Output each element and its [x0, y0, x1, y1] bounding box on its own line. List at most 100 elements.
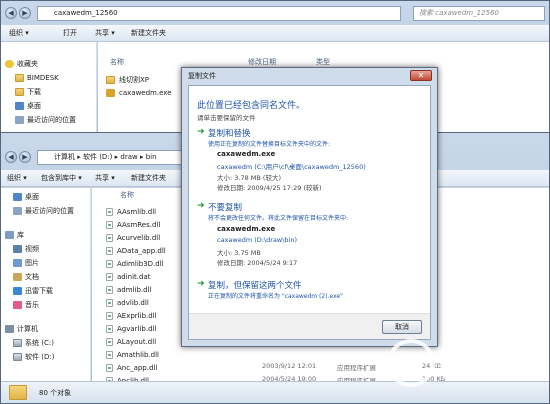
file-name: Adimlib3D.dll [117, 259, 164, 268]
watermark: 当下软件园 www.downxia.com [386, 334, 546, 398]
back-button[interactable]: ◀ [5, 151, 17, 163]
list-item[interactable]: AAsmlib.dll [106, 206, 156, 217]
option-desc: 正在复制的文件将重命名为 "caxawedm (2).exe" [208, 293, 343, 300]
list-item[interactable]: admlib.dll [106, 284, 151, 295]
music-icon [13, 300, 22, 309]
list-item[interactable]: Adimlib3D.dll [106, 258, 164, 269]
file-name: 线切割XP [119, 75, 150, 84]
download-icon [13, 286, 22, 295]
back-button[interactable]: ◀ [5, 7, 17, 19]
sidebar-item-recent[interactable]: 最近访问的位置 [15, 114, 76, 125]
list-item[interactable]: AExprlib.dll [106, 310, 157, 321]
drive-icon [13, 338, 22, 347]
include-library-button[interactable]: 包含到库中 ▾ [41, 170, 82, 187]
sidebar-item[interactable]: 迅雷下载 [13, 285, 53, 296]
file-name: advlib.dll [117, 298, 149, 307]
list-item[interactable]: 线切割XP [106, 74, 149, 85]
dll-file-icon [106, 298, 113, 307]
dll-file-icon [106, 285, 113, 294]
back-toolbar: 组织 ▾ 打开 共享 ▾ 新建文件夹 [1, 25, 549, 42]
file-name: AData_app.dll [117, 246, 166, 255]
list-item[interactable]: adinit.dat [106, 271, 151, 282]
sidebar-label: 桌面 [27, 101, 41, 110]
sidebar-item-favorites[interactable]: 收藏夹 [5, 58, 38, 69]
sidebar-label: BIMDESK [27, 73, 59, 82]
breadcrumb-bin[interactable]: bin [146, 153, 157, 161]
dll-file-icon [106, 311, 113, 320]
column-name[interactable]: 名称 [110, 57, 124, 68]
address-bar[interactable]: caxawedm_12560 [37, 6, 401, 21]
search-input[interactable]: 搜索 caxawedm_12560 [413, 6, 545, 21]
sidebar-label: 收藏夹 [17, 59, 38, 68]
sidebar-item[interactable]: 库 [5, 229, 24, 240]
file-name: AExprlib.dll [117, 311, 157, 320]
sidebar-item[interactable]: 桌面 [13, 191, 39, 202]
sidebar-item[interactable]: 视频 [13, 243, 39, 254]
sidebar-item[interactable]: 音乐 [13, 299, 39, 310]
sidebar-label: 文档 [25, 272, 39, 281]
file-size: 大小: 3.75 MB [217, 249, 261, 257]
share-button[interactable]: 共享 ▾ [95, 170, 115, 187]
library-icon [5, 230, 14, 239]
breadcrumb-draw[interactable]: draw [120, 153, 137, 161]
sidebar-item[interactable]: 最近访问的位置 [13, 205, 74, 216]
file-name: admlib.dll [117, 285, 152, 294]
sidebar-item[interactable]: 系统 (C:) [13, 337, 54, 348]
sidebar-item[interactable]: 文档 [13, 271, 39, 282]
dll-file-icon [106, 324, 113, 333]
sidebar-label: 库 [17, 230, 24, 239]
share-button[interactable]: 共享 ▾ [95, 25, 115, 42]
new-folder-button[interactable]: 新建文件夹 [131, 25, 166, 42]
sidebar-item-desktop[interactable]: 桌面 [15, 100, 41, 111]
file-name: Anc_app.dll [117, 363, 158, 372]
breadcrumb-computer[interactable]: 计算机 [54, 153, 75, 161]
dll-file-icon [106, 233, 113, 242]
list-item[interactable]: Anc_app.dll [106, 362, 157, 373]
list-item[interactable]: AData_app.dll [106, 245, 166, 256]
arrow-right-icon: ➜ [197, 201, 205, 211]
column-name[interactable]: 名称 [120, 190, 134, 201]
list-item[interactable]: ALayout.dll [106, 336, 156, 347]
organize-button[interactable]: 组织 ▾ [7, 170, 27, 187]
desktop-icon [13, 192, 22, 201]
sidebar-label: 下载 [27, 87, 41, 96]
star-icon [5, 59, 14, 68]
dll-file-icon [106, 272, 113, 281]
dll-file-icon [106, 220, 113, 229]
list-item[interactable]: Agvarlib.dll [106, 323, 156, 334]
open-button[interactable]: 打开 [63, 25, 77, 42]
list-item[interactable]: Acurvelib.dll [106, 232, 160, 243]
sidebar-label: 视频 [25, 244, 39, 253]
sidebar-item[interactable]: 计算机 [5, 323, 38, 334]
dll-file-icon [106, 207, 113, 216]
close-button[interactable]: ✕ [410, 70, 432, 81]
sidebar-item[interactable]: 软件 (D:) [13, 351, 54, 362]
recent-icon [13, 206, 22, 215]
organize-button[interactable]: 组织 ▾ [9, 25, 29, 42]
arrow-right-icon: ➜ [197, 279, 205, 289]
sidebar-item-bimdesk[interactable]: BIMDESK [15, 72, 59, 83]
sidebar-label: 音乐 [25, 300, 39, 309]
brand-url: www.downxia.com [442, 372, 526, 382]
sidebar-item[interactable]: 图片 [13, 257, 39, 268]
list-item[interactable]: AAsmRes.dll [106, 219, 160, 230]
list-item[interactable]: advlib.dll [106, 297, 149, 308]
dll-file-icon [106, 350, 113, 359]
cancel-button[interactable]: 取消 [382, 320, 422, 334]
new-folder-button[interactable]: 新建文件夹 [131, 170, 166, 187]
option-desc: 使用正在复制的文件替换目标文件夹中的文件: [208, 141, 331, 148]
sidebar-label: 软件 (D:) [25, 352, 55, 361]
app-icon [106, 88, 115, 97]
file-name: caxawedm.exe [217, 150, 276, 158]
copy-file-dialog: 复制文件 ✕ 此位置已经包含同名文件。 请单击要保留的文件 ➜ 复制和替换 使用… [181, 67, 438, 347]
forward-button[interactable]: ▶ [19, 7, 31, 19]
list-item[interactable]: caxawedm.exe [106, 87, 172, 98]
forward-button[interactable]: ▶ [19, 151, 31, 163]
sidebar-label: 最近访问的位置 [25, 206, 74, 215]
drive-icon [13, 352, 22, 361]
dll-file-icon [106, 363, 113, 372]
list-item[interactable]: Amathlib.dll [106, 349, 159, 360]
breadcrumb-drive[interactable]: 软件 (D:) [83, 153, 112, 161]
sidebar-item-downloads[interactable]: 下载 [15, 86, 41, 97]
status-text: 80 个对象 [39, 389, 72, 397]
